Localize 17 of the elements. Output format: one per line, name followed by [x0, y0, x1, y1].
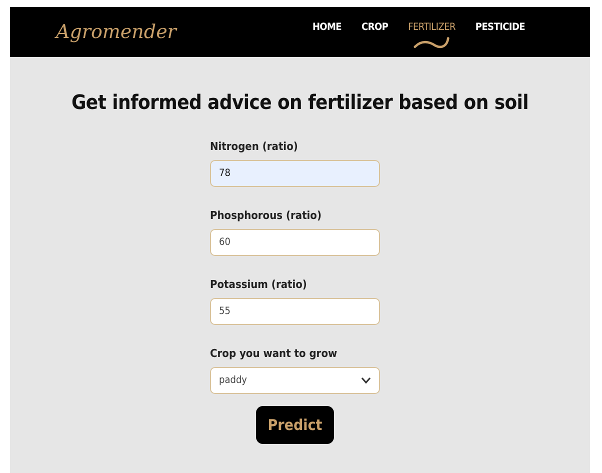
input-field[interactable]: 78	[210, 160, 380, 187]
field-label: Phosphorous (ratio)	[210, 209, 323, 222]
nav-link[interactable]: PESTICIDE	[475, 22, 525, 33]
field-label: Nitrogen (ratio)	[210, 140, 299, 153]
field-label: Potassium (ratio)	[210, 278, 308, 291]
input-field[interactable]: 60	[210, 229, 380, 256]
chevron-down-icon	[361, 377, 371, 384]
nav-link[interactable]: HOME	[312, 22, 342, 33]
predict-button[interactable]: Predict	[256, 406, 334, 444]
field-label: Crop you want to grow	[210, 347, 338, 360]
input-field[interactable]: 55	[210, 298, 380, 325]
nav-link[interactable]: FERTILIZER	[408, 22, 456, 50]
crop-dropdown[interactable]: paddy	[210, 367, 380, 394]
page-heading: Get informed advice on fertilizer based on soil	[71, 90, 529, 114]
brand-logo[interactable]: Agromender	[56, 21, 312, 43]
nav-link[interactable]: CROP	[362, 22, 388, 33]
swoosh-icon	[412, 36, 451, 50]
